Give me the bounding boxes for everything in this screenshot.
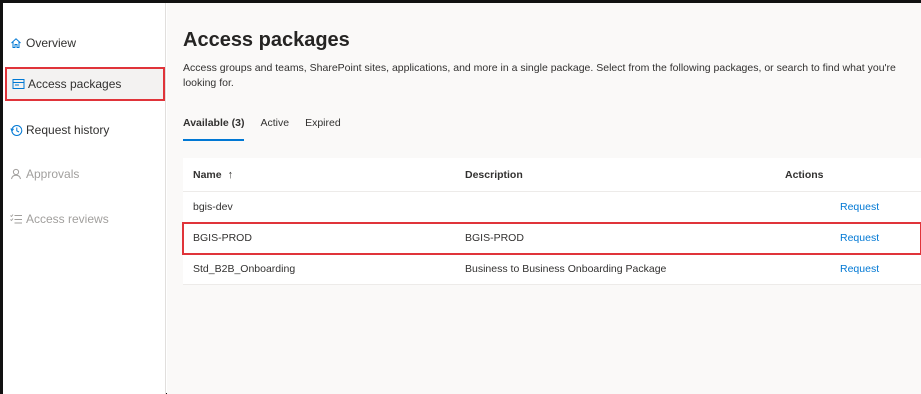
history-icon xyxy=(9,123,23,137)
sidebar-item-request-history[interactable]: Request history xyxy=(9,113,109,147)
column-header-label: Name xyxy=(193,168,222,181)
person-icon xyxy=(9,167,23,181)
package-name: BGIS-PROD xyxy=(193,232,252,244)
sidebar-item-label: Approvals xyxy=(26,167,80,181)
table-row[interactable]: bgis-dev Request xyxy=(183,192,921,223)
package-icon xyxy=(11,77,25,91)
main-content: Access packages Access groups and teams,… xyxy=(167,3,921,394)
sort-ascending-icon: ↑ xyxy=(227,168,234,181)
package-name: bgis-dev xyxy=(193,201,233,213)
column-header-description[interactable]: Description xyxy=(465,158,523,191)
tab-available[interactable]: Available (3) xyxy=(183,117,245,141)
sidebar-item-label: Overview xyxy=(26,36,77,50)
column-header-name[interactable]: Name ↑ xyxy=(193,158,233,191)
table-header-row: Name ↑ Description Actions xyxy=(183,158,921,192)
page-description: Access groups and teams, SharePoint site… xyxy=(183,62,896,89)
column-header-actions: Actions xyxy=(785,168,824,181)
sidebar-item-label: Access packages xyxy=(28,77,122,91)
tab-expired[interactable]: Expired xyxy=(305,117,341,135)
sidebar-item-access-packages[interactable]: Access packages xyxy=(5,67,165,101)
packages-table: Name ↑ Description Actions bgis-dev Requ… xyxy=(182,158,921,285)
table-row[interactable]: Std_B2B_Onboarding Business to Business … xyxy=(183,254,921,285)
sidebar-item-label: Access reviews xyxy=(26,212,109,226)
package-description: Business to Business Onboarding Package xyxy=(465,263,667,275)
sidebar-item-label: Request history xyxy=(26,123,110,137)
request-button[interactable]: Request xyxy=(840,223,879,253)
tab-bar: Available (3) Active Expired xyxy=(183,117,357,141)
package-description: BGIS-PROD xyxy=(465,232,524,244)
page-title: Access packages xyxy=(183,29,350,51)
table-row[interactable]: BGIS-PROD BGIS-PROD Request xyxy=(182,222,921,255)
sidebar: Overview Access packages Request history… xyxy=(3,3,166,394)
sidebar-item-overview[interactable]: Overview xyxy=(9,26,76,60)
request-button[interactable]: Request xyxy=(840,192,879,222)
package-name: Std_B2B_Onboarding xyxy=(193,263,296,275)
home-icon xyxy=(9,36,23,50)
tab-active[interactable]: Active xyxy=(260,117,289,135)
checklist-icon xyxy=(9,212,23,226)
sidebar-item-approvals[interactable]: Approvals xyxy=(9,157,79,191)
request-button[interactable]: Request xyxy=(840,254,879,284)
sidebar-item-access-reviews[interactable]: Access reviews xyxy=(9,202,109,236)
